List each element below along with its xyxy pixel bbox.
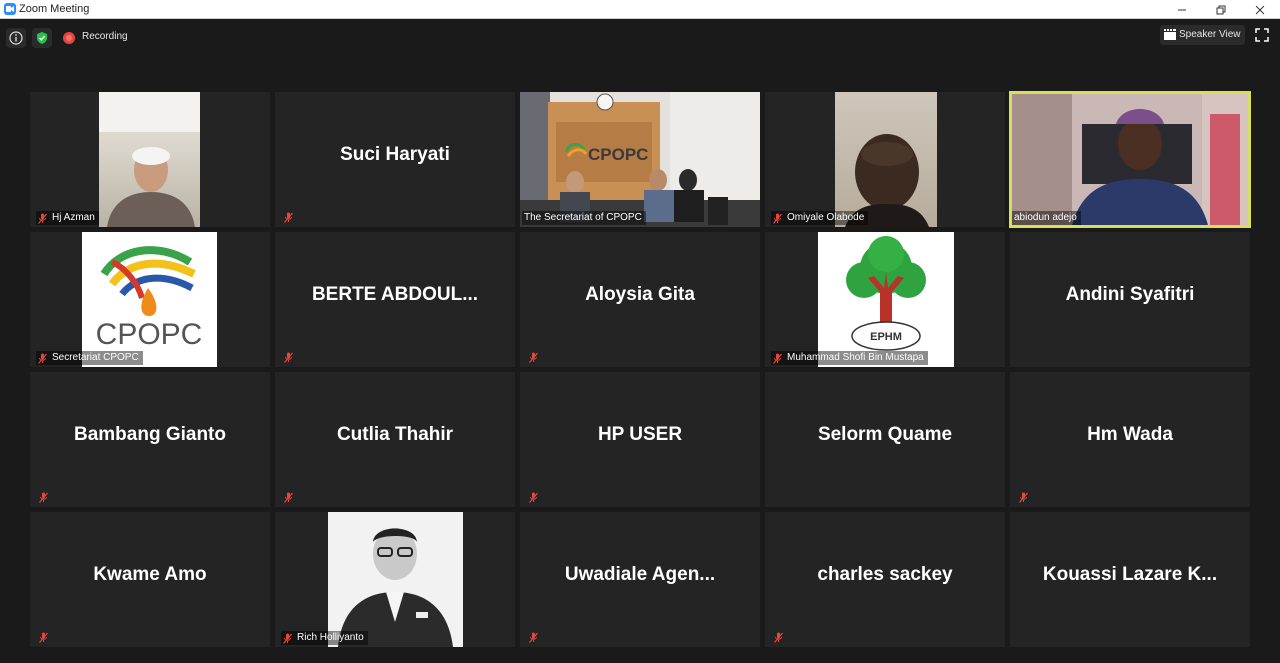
participant-tile[interactable]: Selorm Quame xyxy=(765,372,1005,507)
participant-display-name: BERTE ABDOUL... xyxy=(311,284,479,305)
recording-icon xyxy=(63,32,75,44)
participant-tile[interactable]: Kwame Amo xyxy=(30,512,270,647)
shield-check-icon xyxy=(37,32,47,44)
participant-display-name: Suci Haryati xyxy=(340,144,450,165)
participant-name-tag: abiodun adejo xyxy=(1012,211,1081,225)
participant-tile-active-speaker[interactable]: abiodun adejo xyxy=(1009,91,1251,228)
participant-tile[interactable]: CPOPC The Secretariat of CPOPC xyxy=(520,92,760,227)
participant-name-tag: Secretariat CPOPC xyxy=(36,351,143,365)
window-titlebar: Zoom Meeting xyxy=(0,0,1280,19)
participant-name: Omiyale Olabode xyxy=(787,212,865,223)
participant-display-name: charles sackey xyxy=(817,564,953,585)
participant-display-name: Aloysia Gita xyxy=(585,284,695,305)
mic-muted-icon xyxy=(284,352,293,363)
mic-muted-icon xyxy=(773,352,782,364)
encryption-button[interactable] xyxy=(32,28,52,48)
participant-video xyxy=(835,92,937,227)
svg-text:CPOPC: CPOPC xyxy=(588,145,648,164)
participant-tile[interactable]: Hj Azman xyxy=(30,92,270,227)
mic-muted-icon xyxy=(1019,492,1028,503)
participant-tile[interactable]: EPHM Muhammad Shofi Bin Mustapa xyxy=(765,232,1005,367)
participant-name-tag: Rich Holliyanto xyxy=(281,631,368,645)
participant-logo-image: EPHM xyxy=(818,232,954,367)
participant-display-name: Selorm Quame xyxy=(817,424,953,445)
mic-muted-icon xyxy=(39,632,48,643)
participant-display-name: Hm Wada xyxy=(1087,424,1173,445)
participant-tile[interactable]: BERTE ABDOUL... xyxy=(275,232,515,367)
participant-video xyxy=(328,512,463,647)
fullscreen-button[interactable] xyxy=(1255,28,1269,42)
mic-muted-icon xyxy=(38,352,47,364)
participant-name: abiodun adejo xyxy=(1014,212,1077,223)
participant-tile[interactable]: Kouassi Lazare K... xyxy=(1010,512,1250,647)
participant-display-name: Uwadiale Agen... xyxy=(564,564,716,585)
info-icon xyxy=(9,31,23,45)
participant-display-name: Andini Syafitri xyxy=(1065,284,1195,305)
participant-name: Hj Azman xyxy=(52,212,95,223)
mic-muted-icon xyxy=(773,212,782,224)
participant-display-name: Kwame Amo xyxy=(93,564,207,585)
mic-muted-icon xyxy=(774,632,783,643)
participant-logo-image: CPOPC xyxy=(82,232,217,367)
mic-muted-icon xyxy=(284,492,293,503)
mic-muted-icon xyxy=(529,492,538,503)
participant-name: Muhammad Shofi Bin Mustapa xyxy=(787,352,924,363)
participant-display-name: HP USER xyxy=(597,424,683,445)
participant-name: The Secretariat of CPOPC xyxy=(524,212,642,223)
participant-name: Rich Holliyanto xyxy=(297,632,364,643)
participant-tile[interactable]: Bambang Gianto xyxy=(30,372,270,507)
participant-name-tag: The Secretariat of CPOPC xyxy=(522,211,646,225)
participant-tile[interactable]: Hm Wada xyxy=(1010,372,1250,507)
participant-tile[interactable]: Omiyale Olabode xyxy=(765,92,1005,227)
mic-muted-icon xyxy=(39,492,48,503)
zoom-app-icon xyxy=(4,3,16,15)
participant-name-tag: Muhammad Shofi Bin Mustapa xyxy=(771,351,928,365)
mic-muted-icon xyxy=(529,632,538,643)
participant-tile[interactable]: Suci Haryati xyxy=(275,92,515,227)
mic-muted-icon xyxy=(529,352,538,363)
mic-muted-icon xyxy=(283,632,292,644)
speaker-view-button[interactable]: Speaker View xyxy=(1160,25,1245,45)
participant-display-name: Kouassi Lazare K... xyxy=(1042,564,1218,585)
participant-tile[interactable]: Rich Holliyanto xyxy=(275,512,515,647)
close-button[interactable] xyxy=(1240,0,1280,19)
participant-tile[interactable]: charles sackey xyxy=(765,512,1005,647)
speaker-view-label: Speaker View xyxy=(1179,29,1241,40)
participant-video xyxy=(99,92,200,227)
meeting-info-button[interactable] xyxy=(6,28,26,48)
participant-display-name: Cutlia Thahir xyxy=(336,424,454,445)
recording-label: Recording xyxy=(82,31,128,42)
logo-text: EPHM xyxy=(870,331,902,343)
fullscreen-icon xyxy=(1255,28,1269,42)
meeting-topbar: Recording xyxy=(0,20,1280,56)
participant-tile[interactable]: HP USER xyxy=(520,372,760,507)
restore-button[interactable] xyxy=(1201,0,1241,19)
participant-video: CPOPC xyxy=(520,92,760,227)
logo-text: CPOPC xyxy=(96,318,203,351)
participant-name-tag: Omiyale Olabode xyxy=(771,211,869,225)
window-title: Zoom Meeting xyxy=(19,3,90,15)
participant-tile[interactable]: Aloysia Gita xyxy=(520,232,760,367)
participant-name-tag: Hj Azman xyxy=(36,211,99,225)
participant-name: Secretariat CPOPC xyxy=(52,352,139,363)
mic-muted-icon xyxy=(38,212,47,224)
minimize-button[interactable] xyxy=(1162,0,1202,19)
participant-tile[interactable]: CPOPC Secretariat CPOPC xyxy=(30,232,270,367)
participant-tile[interactable]: Andini Syafitri xyxy=(1010,232,1250,367)
speaker-view-icon xyxy=(1164,29,1176,40)
participant-video xyxy=(1012,94,1248,225)
participant-tile[interactable]: Cutlia Thahir xyxy=(275,372,515,507)
participant-tile[interactable]: Uwadiale Agen... xyxy=(520,512,760,647)
mic-muted-icon xyxy=(284,212,293,223)
participant-display-name: Bambang Gianto xyxy=(73,424,226,445)
